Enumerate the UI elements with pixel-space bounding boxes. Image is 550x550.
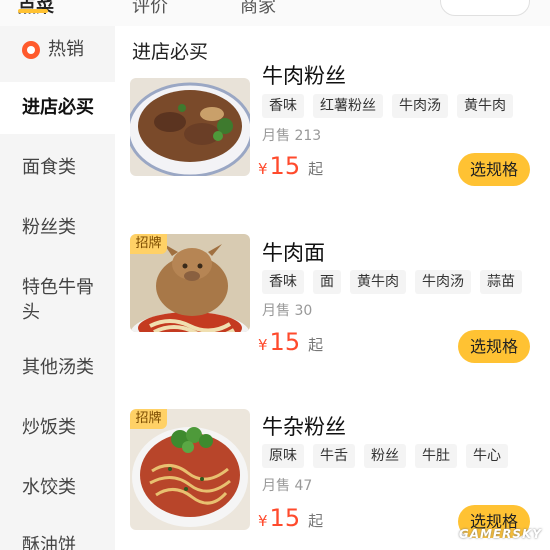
flame-icon — [22, 40, 40, 59]
dish-tag: 香味 — [262, 270, 304, 294]
dish-name: 牛杂粉丝 — [262, 415, 346, 439]
monthly-sales: 月售 213 — [262, 128, 322, 144]
sidebar-item-label: 进店必买 — [22, 97, 94, 118]
beef-vermicelli-photo — [130, 78, 250, 176]
dish-tag: 黄牛肉 — [350, 270, 406, 294]
watermark: GAMERSKY — [458, 527, 542, 541]
sidebar-item-vermicelli[interactable]: 粉丝类 — [0, 214, 115, 241]
top-tab-merchant[interactable]: 商家 — [240, 0, 276, 18]
top-pill-button[interactable] — [440, 0, 530, 16]
dish-image[interactable]: 招牌 — [130, 409, 250, 530]
dish-price: ¥ 15 起 — [258, 328, 323, 356]
dish-tags: 香味 红薯粉丝 牛肉汤 黄牛肉 — [262, 94, 513, 118]
sidebar-item-noodles[interactable]: 面食类 — [0, 154, 115, 181]
sidebar-item-label: 炒饭类 — [22, 417, 76, 438]
dish-tag: 牛心 — [466, 444, 508, 468]
dish-tag: 黄牛肉 — [457, 94, 513, 118]
price-value: 15 — [269, 328, 301, 356]
dish-tag: 面 — [313, 270, 341, 294]
dish-image[interactable]: 招牌 — [130, 234, 250, 332]
dish-tag: 红薯粉丝 — [313, 94, 383, 118]
price-suffix: 起 — [308, 160, 324, 178]
signature-badge: 招牌 — [130, 234, 167, 254]
currency-symbol: ¥ — [258, 336, 268, 354]
currency-symbol: ¥ — [258, 160, 268, 178]
sidebar-item-label: 粉丝类 — [22, 217, 76, 238]
select-spec-button[interactable]: 选规格 — [458, 153, 530, 186]
sidebar-item-pastry[interactable]: 酥油饼 — [0, 532, 115, 550]
sidebar-item-label: 其他汤类 — [22, 357, 94, 378]
price-value: 15 — [269, 152, 301, 180]
dish-tags: 香味 面 黄牛肉 牛肉汤 蒜苗 — [262, 270, 522, 294]
sidebar-item-label: 水饺类 — [22, 477, 76, 498]
top-tab-bar: 点菜 评价 商家 — [0, 0, 550, 26]
sidebar-item-label: 酥油饼 — [22, 535, 76, 550]
dish-name: 牛肉面 — [262, 241, 325, 265]
dish-tag: 原味 — [262, 444, 304, 468]
select-spec-button[interactable]: 选规格 — [458, 330, 530, 363]
sidebar-item-label: 特色牛骨头 — [22, 277, 94, 323]
sidebar-item-hot[interactable]: 热销 — [0, 36, 115, 63]
signature-badge: 招牌 — [130, 409, 167, 429]
active-tab-indicator — [18, 9, 48, 13]
dish-tag: 牛肚 — [415, 444, 457, 468]
monthly-sales: 月售 30 — [262, 303, 313, 319]
sidebar-item-other-soups[interactable]: 其他汤类 — [0, 354, 115, 381]
sidebar-item-label: 热销 — [48, 39, 84, 60]
dish-tag: 香味 — [262, 94, 304, 118]
dish-tag: 牛舌 — [313, 444, 355, 468]
dish-image[interactable] — [130, 78, 250, 176]
dish-tags: 原味 牛舌 粉丝 牛肚 牛心 — [262, 444, 508, 468]
dish-price: ¥ 15 起 — [258, 504, 323, 532]
price-value: 15 — [269, 504, 301, 532]
sidebar-item-label: 面食类 — [22, 157, 76, 178]
sidebar-item-must-buy[interactable]: 进店必买 — [0, 82, 115, 134]
dish-price: ¥ 15 起 — [258, 152, 323, 180]
dish-tag: 牛肉汤 — [392, 94, 448, 118]
sidebar-item-dumplings[interactable]: 水饺类 — [0, 474, 115, 501]
dish-tag: 蒜苗 — [480, 270, 522, 294]
price-suffix: 起 — [308, 512, 324, 530]
sidebar-item-fried-rice[interactable]: 炒饭类 — [0, 414, 115, 441]
dish-name: 牛肉粉丝 — [262, 64, 346, 88]
section-title: 进店必买 — [132, 41, 209, 63]
price-suffix: 起 — [308, 336, 324, 354]
currency-symbol: ¥ — [258, 512, 268, 530]
dish-tag: 牛肉汤 — [415, 270, 471, 294]
top-tab-review[interactable]: 评价 — [132, 0, 168, 18]
dish-tag: 粉丝 — [364, 444, 406, 468]
category-sidebar: 热销 进店必买 面食类 粉丝类 特色牛骨头 其他汤类 炒饭类 水饺类 酥油饼 — [0, 26, 115, 550]
monthly-sales: 月售 47 — [262, 478, 313, 494]
sidebar-item-beef-bone[interactable]: 特色牛骨头 — [0, 275, 100, 325]
